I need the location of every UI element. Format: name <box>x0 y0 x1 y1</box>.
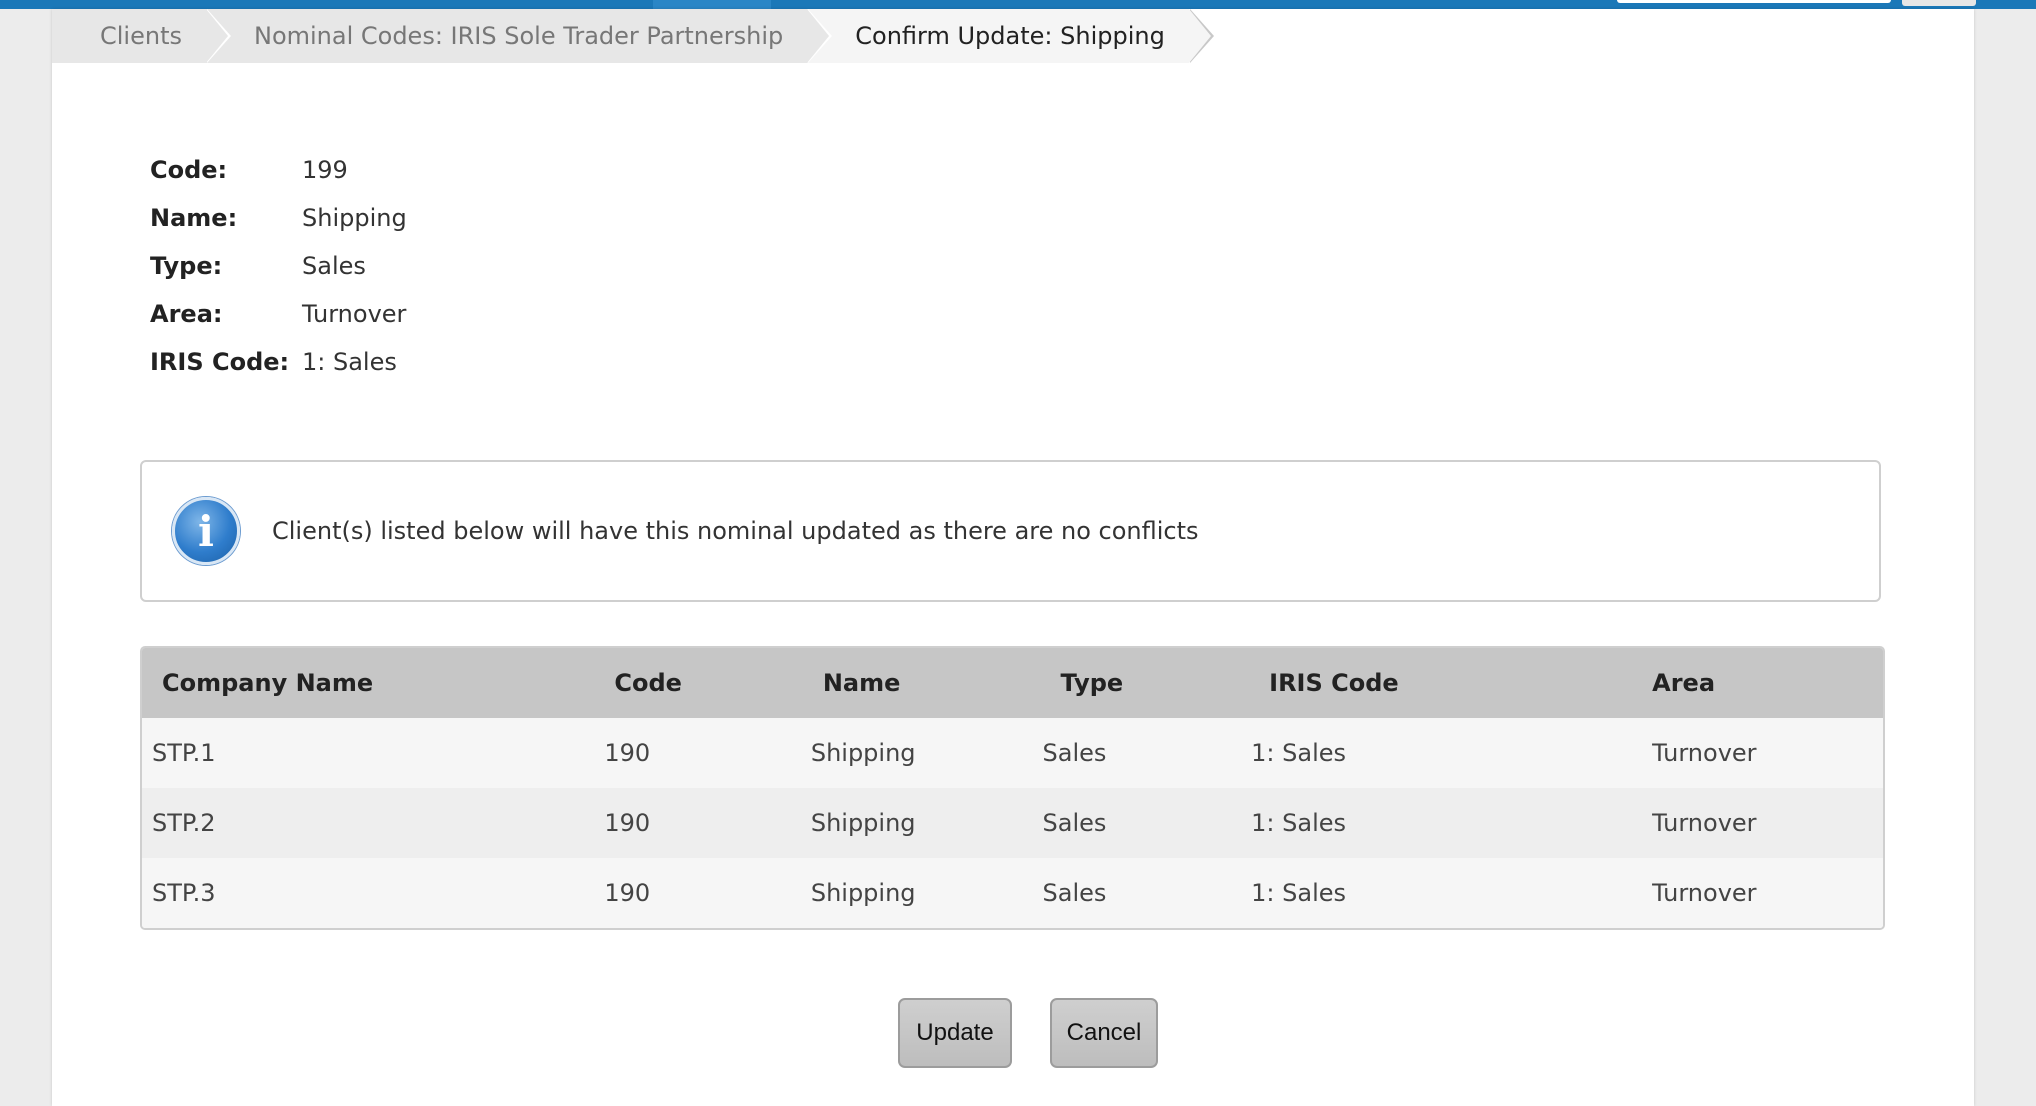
detail-label: IRIS Code: <box>150 348 290 376</box>
detail-value: Turnover <box>302 300 407 328</box>
cell-code: 190 <box>604 858 811 928</box>
column-header-company-name: Company Name <box>142 648 605 718</box>
detail-value: 199 <box>302 156 348 184</box>
info-message-box: i Client(s) listed below will have this … <box>140 460 1881 602</box>
cell-iris-code: 1: Sales <box>1251 718 1581 788</box>
search-button[interactable] <box>1902 0 1976 6</box>
search-input[interactable] <box>1617 0 1891 3</box>
cell-name: Shipping <box>810 858 1043 928</box>
table-header-row: Company Name Code Name Type IRIS Code Ar… <box>142 648 1883 718</box>
breadcrumb-confirm-update: Confirm Update: Shipping <box>807 9 1214 63</box>
cell-code: 190 <box>604 718 811 788</box>
cell-type: Sales <box>1042 858 1252 928</box>
cell-type: Sales <box>1042 718 1252 788</box>
detail-label: Name: <box>150 204 238 232</box>
breadcrumb: Clients Nominal Codes: IRIS Sole Trader … <box>52 9 1214 63</box>
top-nav-tab[interactable] <box>653 0 771 9</box>
breadcrumb-label: Clients <box>100 22 182 50</box>
table-row: STP.1 190 Shipping Sales 1: Sales Turnov… <box>142 718 1883 788</box>
detail-value: 1: Sales <box>302 348 397 376</box>
cell-company-name: STP.1 <box>142 718 605 788</box>
table-row: STP.3 190 Shipping Sales 1: Sales Turnov… <box>142 858 1883 928</box>
detail-value: Shipping <box>302 204 407 232</box>
column-header-type: Type <box>1042 648 1252 718</box>
column-header-code: Code <box>604 648 811 718</box>
detail-row-type: Type: Sales <box>150 242 407 290</box>
cell-area: Turnover <box>1580 858 1883 928</box>
detail-label: Area: <box>150 300 223 328</box>
table-row: STP.2 190 Shipping Sales 1: Sales Turnov… <box>142 788 1883 858</box>
update-button[interactable]: Update <box>898 998 1012 1068</box>
breadcrumb-label: Confirm Update: Shipping <box>855 22 1165 50</box>
info-icon: i <box>172 497 240 565</box>
cancel-button[interactable]: Cancel <box>1050 998 1158 1068</box>
detail-label: Type: <box>150 252 223 280</box>
cell-area: Turnover <box>1580 718 1883 788</box>
cell-name: Shipping <box>810 788 1043 858</box>
top-nav-bar <box>0 0 2036 9</box>
main-panel: Clients Nominal Codes: IRIS Sole Trader … <box>52 9 1974 1106</box>
cell-iris-code: 1: Sales <box>1251 788 1581 858</box>
column-header-name: Name <box>810 648 1043 718</box>
detail-value: Sales <box>302 252 366 280</box>
nominal-details: Code: 199 Name: Shipping Type: Sales Are… <box>150 146 407 386</box>
cell-area: Turnover <box>1580 788 1883 858</box>
action-buttons: Update Cancel <box>898 998 1158 1068</box>
column-header-iris-code: IRIS Code <box>1251 648 1581 718</box>
detail-label: Code: <box>150 156 228 184</box>
info-message: Client(s) listed below will have this no… <box>272 517 1199 545</box>
detail-row-code: Code: 199 <box>150 146 407 194</box>
cell-company-name: STP.3 <box>142 858 605 928</box>
column-header-area: Area <box>1580 648 1883 718</box>
breadcrumb-nominal-codes[interactable]: Nominal Codes: IRIS Sole Trader Partners… <box>205 9 833 63</box>
cell-iris-code: 1: Sales <box>1251 858 1581 928</box>
clients-table: Company Name Code Name Type IRIS Code Ar… <box>140 646 1885 930</box>
cell-type: Sales <box>1042 788 1252 858</box>
cell-code: 190 <box>604 788 811 858</box>
detail-row-name: Name: Shipping <box>150 194 407 242</box>
cell-name: Shipping <box>810 718 1043 788</box>
breadcrumb-label: Nominal Codes: IRIS Sole Trader Partners… <box>253 22 784 50</box>
cell-company-name: STP.2 <box>142 788 605 858</box>
detail-row-area: Area: Turnover <box>150 290 407 338</box>
breadcrumb-clients[interactable]: Clients <box>52 9 231 63</box>
detail-row-iris-code: IRIS Code: 1: Sales <box>150 338 407 386</box>
